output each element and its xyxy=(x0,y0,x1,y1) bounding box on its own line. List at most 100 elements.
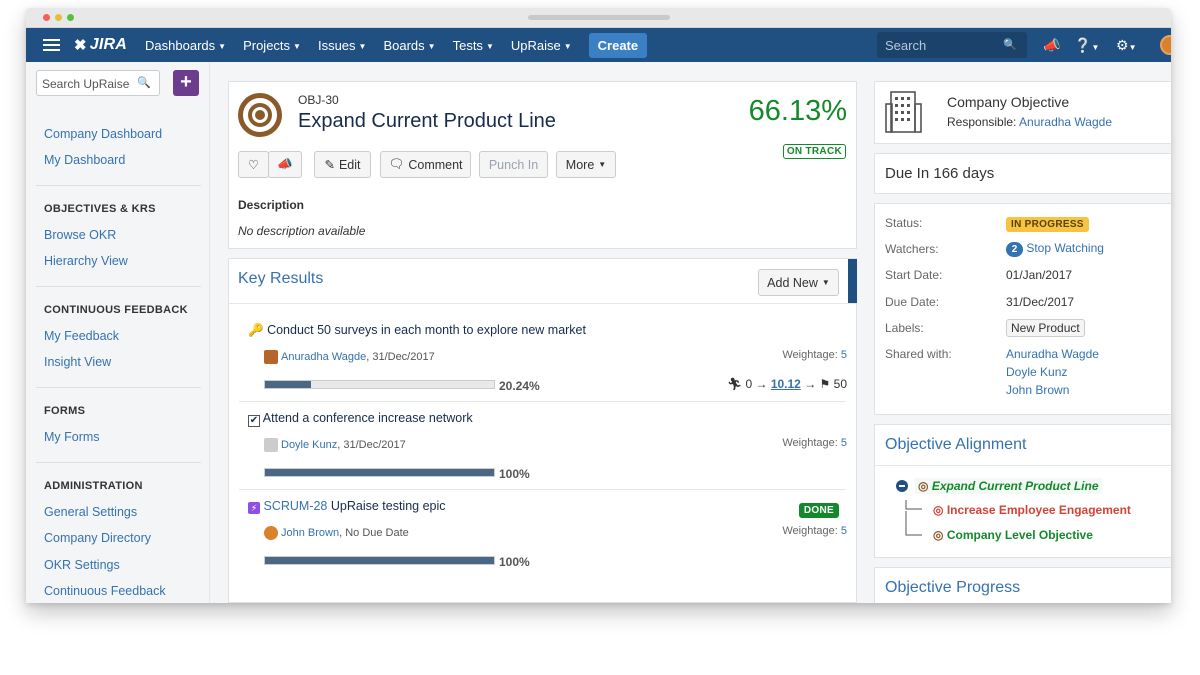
sidebar-item-hierarchy-view[interactable]: Hierarchy View xyxy=(44,254,128,268)
sidebar-item-insight-view[interactable]: Insight View xyxy=(44,355,111,369)
add-button[interactable]: + xyxy=(173,70,199,96)
chevron-down-icon: ▼ xyxy=(293,41,301,51)
alignment-item-child[interactable]: ◎ Company Level Objective xyxy=(933,528,1093,542)
kr-progress-fill xyxy=(265,557,494,564)
nav-tests[interactable]: Tests ▼ xyxy=(453,38,494,53)
sidebar-search-input[interactable]: Search UpRaise 🔍 xyxy=(36,70,160,96)
address-bar[interactable] xyxy=(528,15,670,20)
objective-progress: 66.13% xyxy=(748,95,847,127)
objective-target-icon: ◎ xyxy=(918,479,929,493)
kr-metric: 🏃︎ 0 → 10.12 → ⚑ 50 xyxy=(726,377,847,391)
due-date-value: 31/Dec/2017 xyxy=(1006,295,1075,309)
avatar xyxy=(264,438,278,452)
label-tag[interactable]: New Product xyxy=(1006,319,1085,337)
window-titlebar xyxy=(26,8,1171,28)
start-date-value: 01/Jan/2017 xyxy=(1006,268,1073,282)
objective-key[interactable]: OBJ-30 xyxy=(298,93,339,107)
epic-icon: ⚡︎ xyxy=(248,502,260,514)
add-new-button[interactable]: Add New ▼ xyxy=(758,269,839,296)
sidebar-item-continuous-feedback[interactable]: Continuous Feedback xyxy=(44,584,166,598)
gear-icon[interactable]: ⚙▼ xyxy=(1116,37,1136,54)
chevron-down-icon: ▼ xyxy=(218,41,227,51)
punch-in-button[interactable]: Punch In xyxy=(479,151,548,178)
kr-progress-bar xyxy=(264,380,495,389)
kr-owner: John Brown, No Due Date xyxy=(264,526,409,540)
shared-user-link[interactable]: Doyle Kunz xyxy=(1006,365,1067,379)
checkbox-icon: ✔ xyxy=(248,415,260,427)
responsible: Responsible: Anuradha Wagde xyxy=(947,115,1112,129)
nav-projects[interactable]: Projects ▼ xyxy=(243,38,301,53)
watchers-count: 2 xyxy=(1006,242,1023,257)
alignment-item-child[interactable]: ◎ Increase Employee Engagement xyxy=(933,503,1131,517)
help-icon[interactable]: ❔▼ xyxy=(1074,37,1099,54)
alignment-card: Objective Alignment ◎ Expand Current Pro… xyxy=(874,424,1171,558)
sidebar-item-my-feedback[interactable]: My Feedback xyxy=(44,329,119,343)
stop-watching-link[interactable]: Stop Watching xyxy=(1026,241,1104,255)
divider xyxy=(36,462,201,463)
nav-boards[interactable]: Boards ▼ xyxy=(383,38,435,53)
kr-progress-fill xyxy=(265,381,312,388)
objective-target-icon: ◎ xyxy=(933,503,944,517)
sidebar-item-browse-okr[interactable]: Browse OKR xyxy=(44,228,116,242)
maximize-window-button[interactable] xyxy=(67,14,74,21)
alignment-item-current[interactable]: ◎ Expand Current Product Line xyxy=(915,478,1102,494)
kr-weightage: Weightage: 5 xyxy=(782,525,847,537)
kr-owner: Doyle Kunz, 31/Dec/2017 xyxy=(264,438,406,452)
nav-dashboards[interactable]: Dashboards ▼ xyxy=(145,38,226,53)
heart-icon: ♡ xyxy=(247,158,260,172)
divider xyxy=(239,489,846,490)
megaphone-icon[interactable]: 📣 xyxy=(1043,37,1060,54)
edit-button[interactable]: ✎ Edit xyxy=(314,151,371,178)
menu-icon[interactable] xyxy=(43,36,60,54)
divider xyxy=(36,286,201,287)
section-heading-forms: FORMS xyxy=(44,405,86,417)
kr-title[interactable]: ⚡︎ SCRUM-28 UpRaise testing epic xyxy=(248,499,446,514)
kr-weightage: Weightage: 5 xyxy=(782,437,847,449)
nav-issues[interactable]: Issues ▼ xyxy=(318,38,367,53)
objective-title: Expand Current Product Line xyxy=(298,110,556,132)
sidebar-item-company-directory[interactable]: Company Directory xyxy=(44,531,151,545)
comment-button[interactable]: 🗨 Comment xyxy=(380,151,471,178)
sidebar-item-my-forms[interactable]: My Forms xyxy=(44,430,100,444)
minimize-window-button[interactable] xyxy=(55,14,62,21)
nav-upraise[interactable]: UpRaise ▼ xyxy=(511,38,572,53)
kr-title[interactable]: ✔ Attend a conference increase network xyxy=(248,411,473,427)
objective-progress-title: Objective Progress xyxy=(885,579,1021,596)
create-button[interactable]: Create xyxy=(588,32,648,58)
building-icon xyxy=(885,91,922,133)
objective-panel: OBJ-30 Expand Current Product Line 66.13… xyxy=(228,81,857,249)
global-search-input[interactable]: Search 🔍 xyxy=(877,32,1027,58)
kr-title[interactable]: 🔑 Conduct 50 surveys in each month to ex… xyxy=(248,323,586,338)
upraise-sidebar: Search UpRaise 🔍 + Company Dashboard My D… xyxy=(26,62,210,603)
sidebar-item-my-dashboard[interactable]: My Dashboard xyxy=(44,153,125,167)
sidebar-item-company-dashboard[interactable]: Company Dashboard xyxy=(44,127,162,141)
kr-current-value[interactable]: 10.12 xyxy=(771,377,801,391)
runner-icon: 🏃︎ xyxy=(726,377,743,391)
panel-accent xyxy=(848,259,857,303)
more-button[interactable]: More ▼ xyxy=(556,151,616,178)
avatar xyxy=(264,350,278,364)
avatar xyxy=(264,526,278,540)
sidebar-item-okr-settings[interactable]: OKR Settings xyxy=(44,558,120,572)
chevron-down-icon: ▼ xyxy=(821,278,830,287)
shared-user-link[interactable]: John Brown xyxy=(1006,383,1069,397)
user-avatar[interactable] xyxy=(1160,35,1171,55)
status-label: Status: xyxy=(885,216,923,230)
chevron-down-icon: ▼ xyxy=(598,160,607,169)
jira-logo[interactable]: ✖ JIRA xyxy=(74,36,127,54)
sidebar-item-general-settings[interactable]: General Settings xyxy=(44,505,137,519)
share-button[interactable]: 📣 xyxy=(268,151,302,178)
objective-target-icon xyxy=(238,93,282,137)
like-button[interactable]: ♡ xyxy=(238,151,269,178)
shared-user-link[interactable]: Anuradha Wagde xyxy=(1006,347,1099,361)
chevron-down-icon: ▼ xyxy=(485,41,494,51)
kr-progress-bar xyxy=(264,556,495,565)
description-text: No description available xyxy=(238,224,366,238)
main-area: Search UpRaise 🔍 + Company Dashboard My D… xyxy=(26,62,1171,603)
close-window-button[interactable] xyxy=(43,14,50,21)
alignment-title: Objective Alignment xyxy=(885,436,1027,453)
kr-owner: Anuradha Wagde, 31/Dec/2017 xyxy=(264,350,435,364)
kr-progress-label: 100% xyxy=(499,467,530,481)
divider xyxy=(36,185,201,186)
divider xyxy=(36,387,201,388)
